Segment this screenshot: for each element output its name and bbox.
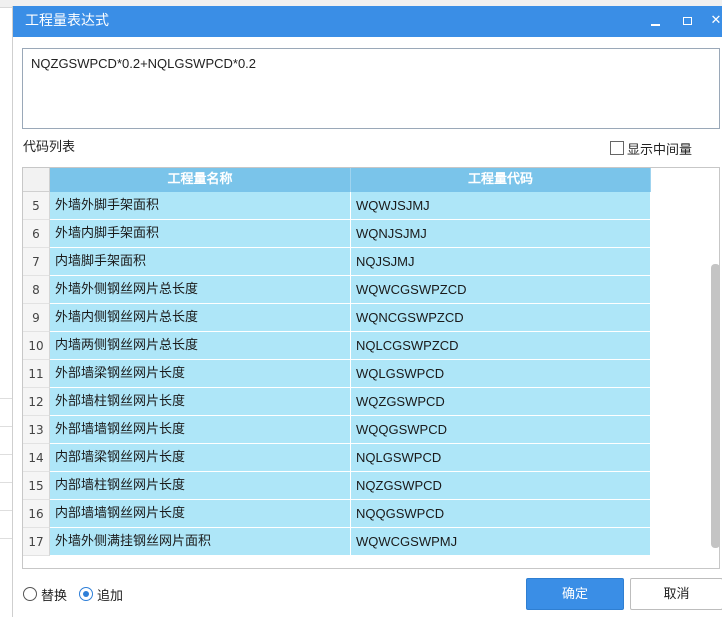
row-number: 17: [23, 528, 50, 556]
row-number: 8: [23, 276, 50, 304]
header-quantity-name[interactable]: 工程量名称: [50, 168, 351, 192]
header-corner: [23, 168, 50, 192]
title-bar[interactable]: 工程量表达式 ✕: [13, 6, 722, 37]
cell-quantity-name[interactable]: 外墙外脚手架面积: [50, 192, 351, 220]
row-number: 12: [23, 388, 50, 416]
cell-quantity-name[interactable]: 外部墙墙钢丝网片长度: [50, 416, 351, 444]
header-quantity-code[interactable]: 工程量代码: [351, 168, 651, 192]
expression-dialog: 工程量表达式 ✕ NQZGSWPCD*0.2+NQLGSWPCD*0.2 代码列…: [12, 6, 722, 617]
cell-quantity-code[interactable]: WQNCGSWPZCD: [351, 304, 651, 332]
cell-quantity-name[interactable]: 外墙外侧钢丝网片总长度: [50, 276, 351, 304]
table-row[interactable]: 5 外墙外脚手架面积 WQWJSJMJ: [23, 192, 651, 220]
radio-replace-circle[interactable]: [23, 587, 37, 601]
cell-quantity-code[interactable]: NQLCGSWPZCD: [351, 332, 651, 360]
cell-quantity-code[interactable]: WQWCGSWPZCD: [351, 276, 651, 304]
row-number: 6: [23, 220, 50, 248]
radio-replace-label: 替换: [41, 588, 68, 604]
vertical-scrollbar[interactable]: [711, 264, 720, 548]
cell-quantity-name[interactable]: 内部墙梁钢丝网片长度: [50, 444, 351, 472]
expression-input[interactable]: NQZGSWPCD*0.2+NQLGSWPCD*0.2: [22, 48, 720, 129]
cell-quantity-name[interactable]: 外部墙梁钢丝网片长度: [50, 360, 351, 388]
cell-quantity-name[interactable]: 外部墙柱钢丝网片长度: [50, 388, 351, 416]
radio-append[interactable]: 追加: [79, 585, 123, 604]
close-button[interactable]: ✕: [705, 10, 722, 32]
minimize-icon: [651, 24, 660, 26]
table-row[interactable]: 6 外墙内脚手架面积 WQNJSJMJ: [23, 220, 651, 248]
cell-quantity-code[interactable]: WQWCGSWPMJ: [351, 528, 651, 556]
cell-quantity-name[interactable]: 外墙内脚手架面积: [50, 220, 351, 248]
expression-value: NQZGSWPCD*0.2+NQLGSWPCD*0.2: [31, 56, 257, 71]
cell-quantity-code[interactable]: WQLGSWPCD: [351, 360, 651, 388]
show-intermediate-label: 显示中间量: [627, 142, 693, 158]
row-number: 9: [23, 304, 50, 332]
minimize-button[interactable]: [645, 10, 667, 32]
table-row[interactable]: 9 外墙内侧钢丝网片总长度 WQNCGSWPZCD: [23, 304, 651, 332]
row-number: 11: [23, 360, 50, 388]
cell-quantity-code[interactable]: WQWJSJMJ: [351, 192, 651, 220]
cell-quantity-name[interactable]: 内部墙柱钢丝网片长度: [50, 472, 351, 500]
radio-append-circle[interactable]: [79, 587, 94, 601]
table-row[interactable]: 14 内部墙梁钢丝网片长度 NQLGSWPCD: [23, 444, 651, 472]
table-header: 工程量名称 工程量代码: [23, 168, 719, 192]
radio-append-label: 追加: [97, 588, 124, 604]
maximize-button[interactable]: [677, 10, 699, 32]
cell-quantity-code[interactable]: WQZGSWPCD: [351, 388, 651, 416]
table-row[interactable]: 17 外墙外侧满挂钢丝网片面积 WQWCGSWPMJ: [23, 528, 651, 556]
cell-quantity-name[interactable]: 外墙内侧钢丝网片总长度: [50, 304, 351, 332]
row-number: 13: [23, 416, 50, 444]
table-row[interactable]: 10 内墙两侧钢丝网片总长度 NQLCGSWPZCD: [23, 332, 651, 360]
ok-button[interactable]: 确定: [526, 578, 624, 610]
dialog-title: 工程量表达式: [25, 13, 109, 29]
row-number: 10: [23, 332, 50, 360]
table-row[interactable]: 16 内部墙墙钢丝网片长度 NQQGSWPCD: [23, 500, 651, 528]
cell-quantity-name[interactable]: 内墙两侧钢丝网片总长度: [50, 332, 351, 360]
table-row[interactable]: 8 外墙外侧钢丝网片总长度 WQWCGSWPZCD: [23, 276, 651, 304]
show-intermediate-toggle[interactable]: 显示中间量: [610, 139, 693, 158]
row-number: 14: [23, 444, 50, 472]
maximize-icon: [683, 17, 692, 25]
show-intermediate-checkbox[interactable]: [610, 141, 624, 155]
row-number: 15: [23, 472, 50, 500]
cell-quantity-code[interactable]: WQQGSWPCD: [351, 416, 651, 444]
insert-mode-group: 替换 追加: [23, 584, 135, 604]
row-number: 16: [23, 500, 50, 528]
row-number: 5: [23, 192, 50, 220]
code-table: 工程量名称 工程量代码 5 外墙外脚手架面积 WQWJSJMJ 6 外墙内脚手架面积 WQ…: [22, 167, 720, 569]
table-row[interactable]: 13 外部墙墙钢丝网片长度 WQQGSWPCD: [23, 416, 651, 444]
cell-quantity-code[interactable]: WQNJSJMJ: [351, 220, 651, 248]
table-row[interactable]: 7 内墙脚手架面积 NQJSJMJ: [23, 248, 651, 276]
cell-quantity-code[interactable]: NQLGSWPCD: [351, 444, 651, 472]
close-icon: ✕: [710, 13, 722, 28]
table-row[interactable]: 12 外部墙柱钢丝网片长度 WQZGSWPCD: [23, 388, 651, 416]
cell-quantity-name[interactable]: 外墙外侧满挂钢丝网片面积: [50, 528, 351, 556]
table-row[interactable]: 15 内部墙柱钢丝网片长度 NQZGSWPCD: [23, 472, 651, 500]
row-number: 7: [23, 248, 50, 276]
radio-replace[interactable]: 替换: [23, 585, 67, 604]
code-list-label: 代码列表: [23, 140, 76, 155]
table-row[interactable]: 11 外部墙梁钢丝网片长度 WQLGSWPCD: [23, 360, 651, 388]
cell-quantity-code[interactable]: NQQGSWPCD: [351, 500, 651, 528]
background-window-edge: [0, 8, 12, 617]
cell-quantity-name[interactable]: 内部墙墙钢丝网片长度: [50, 500, 351, 528]
cell-quantity-code[interactable]: NQJSJMJ: [351, 248, 651, 276]
cell-quantity-code[interactable]: NQZGSWPCD: [351, 472, 651, 500]
cancel-button[interactable]: 取消: [630, 578, 722, 610]
cell-quantity-name[interactable]: 内墙脚手架面积: [50, 248, 351, 276]
